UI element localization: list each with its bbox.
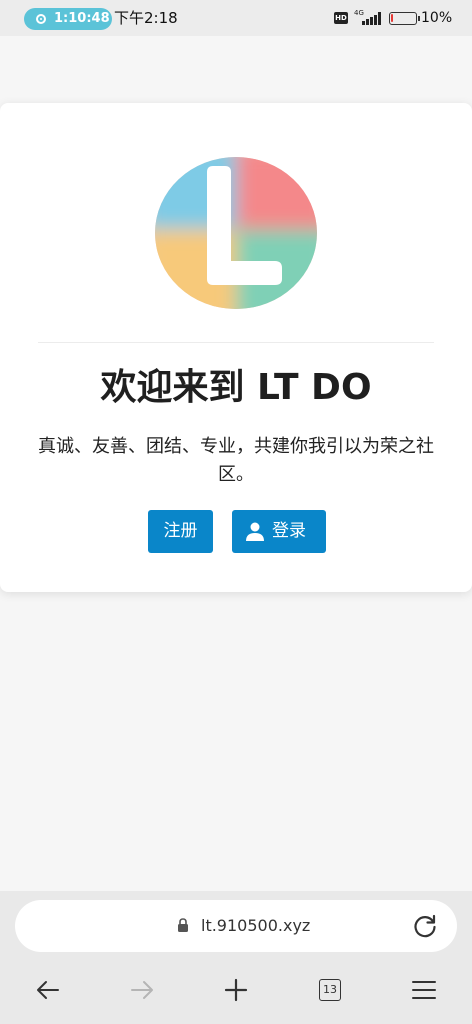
browser-toolbar: 13 bbox=[0, 954, 472, 1024]
user-icon bbox=[246, 522, 264, 541]
recording-time: 1:10:48 bbox=[54, 11, 110, 26]
status-bar: 1:10:48 下午2:18 HD 4G 10% bbox=[0, 0, 472, 36]
welcome-card: 欢迎来到 LT DO 真诚、友善、团结、专业，共建你我引以为荣之社区。 注册 登… bbox=[0, 103, 472, 592]
battery-icon bbox=[389, 12, 420, 25]
tabs-icon[interactable]: 13 bbox=[316, 976, 344, 1004]
clock: 下午2:18 bbox=[114, 9, 178, 27]
hd-icon: HD bbox=[334, 12, 348, 24]
reload-icon[interactable] bbox=[412, 913, 438, 939]
tab-count: 13 bbox=[319, 979, 341, 1001]
address-bar[interactable]: lt.910500.xyz bbox=[15, 900, 457, 952]
battery-percentage: 10% bbox=[421, 10, 453, 26]
divider bbox=[38, 342, 434, 343]
plus-icon[interactable] bbox=[222, 976, 250, 1004]
register-button[interactable]: 注册 bbox=[148, 510, 213, 553]
forward-arrow-icon[interactable] bbox=[128, 976, 156, 1004]
lt-do-logo bbox=[155, 157, 317, 309]
back-arrow-icon[interactable] bbox=[34, 976, 62, 1004]
login-button[interactable]: 登录 bbox=[232, 510, 326, 553]
welcome-subtitle: 真诚、友善、团结、专业，共建你我引以为荣之社区。 bbox=[38, 436, 434, 485]
address-bar-area: lt.910500.xyz bbox=[0, 891, 472, 954]
signal-icon bbox=[362, 11, 384, 25]
battery-level bbox=[391, 14, 393, 22]
register-button-label: 注册 bbox=[163, 521, 198, 541]
url-text: lt.910500.xyz bbox=[201, 916, 311, 935]
login-button-label: 登录 bbox=[272, 521, 306, 541]
record-icon bbox=[36, 14, 46, 24]
menu-icon[interactable] bbox=[410, 976, 438, 1004]
page-title: 欢迎来到 LT DO bbox=[100, 367, 372, 408]
screen-recording-indicator[interactable]: 1:10:48 bbox=[24, 8, 112, 30]
lock-icon bbox=[178, 918, 188, 932]
